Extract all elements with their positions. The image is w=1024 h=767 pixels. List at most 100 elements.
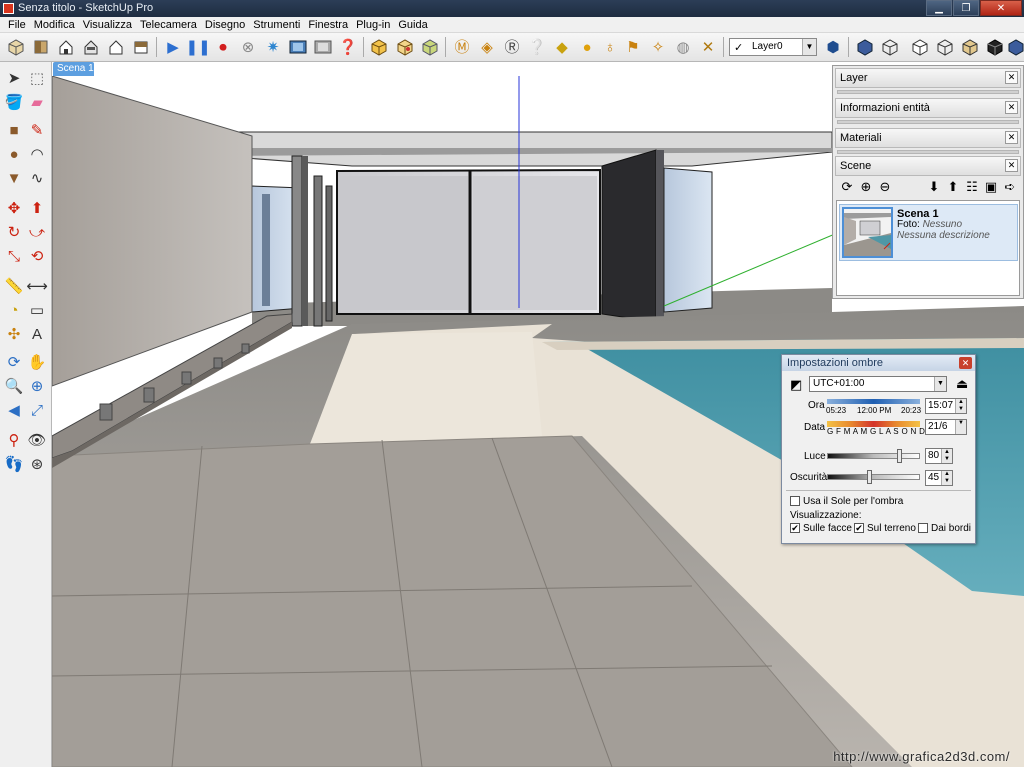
textured-cube-icon[interactable] bbox=[420, 37, 440, 57]
view-options-icon[interactable]: ☷ bbox=[964, 179, 980, 195]
expand-icon[interactable]: ➪ bbox=[1002, 179, 1018, 195]
tray-layer-header[interactable]: Layer ✕ bbox=[835, 68, 1021, 88]
flag-icon[interactable]: ⚑ bbox=[623, 37, 643, 57]
select-arrow-icon[interactable]: ➤ bbox=[4, 68, 24, 88]
freehand-icon[interactable]: ∿ bbox=[27, 168, 47, 188]
timezone-select[interactable]: UTC+01:00 ▼ bbox=[809, 376, 947, 392]
film-icon[interactable] bbox=[288, 37, 308, 57]
time-slider[interactable] bbox=[827, 399, 920, 404]
section-plane-icon[interactable]: ⊛ bbox=[27, 454, 47, 474]
dark-slider[interactable] bbox=[827, 470, 920, 484]
on-faces-checkbox[interactable]: ✔ Sulle facce bbox=[790, 523, 852, 534]
menu-disegno[interactable]: Disegno bbox=[201, 17, 249, 32]
look-around-icon[interactable]: 👁 bbox=[27, 430, 47, 450]
move-icon[interactable]: ✥ bbox=[4, 198, 24, 218]
right-view-icon[interactable] bbox=[81, 37, 101, 57]
zoom-extents-icon[interactable]: ⤢ bbox=[27, 400, 47, 420]
protractor-icon[interactable]: ◔ bbox=[4, 300, 24, 320]
details-icon[interactable]: ▣ bbox=[983, 179, 999, 195]
light-slider-knob[interactable] bbox=[896, 449, 902, 463]
close-icon[interactable]: ✕ bbox=[1005, 101, 1018, 114]
menu-telecamera[interactable]: Telecamera bbox=[136, 17, 201, 32]
eraser-icon[interactable]: ▰ bbox=[27, 92, 47, 112]
menu-file[interactable]: File bbox=[4, 17, 30, 32]
menu-modifica[interactable]: Modifica bbox=[30, 17, 79, 32]
tray-materials-header[interactable]: Materiali ✕ bbox=[835, 128, 1021, 148]
menu-finestra[interactable]: Finestra bbox=[304, 17, 352, 32]
pencil-line-icon[interactable]: ✎ bbox=[27, 120, 47, 140]
dark-slider-knob[interactable] bbox=[866, 470, 872, 484]
checkbox-unchecked[interactable] bbox=[790, 496, 800, 507]
pan-hand-icon[interactable]: ✋ bbox=[27, 352, 47, 372]
axes-icon[interactable]: ✣ bbox=[4, 324, 24, 344]
shaded-cube-icon[interactable] bbox=[395, 37, 415, 57]
push-pull-icon[interactable]: ⬆ bbox=[27, 198, 47, 218]
settings-gear-icon[interactable]: ✷ bbox=[263, 37, 283, 57]
scale-icon[interactable]: ⤡ bbox=[4, 246, 24, 266]
shaded-style-icon[interactable] bbox=[910, 37, 930, 57]
shaded-texture-icon[interactable] bbox=[935, 37, 955, 57]
xray-style-icon[interactable] bbox=[985, 37, 1005, 57]
refresh-scene-icon[interactable]: ⟳ bbox=[839, 179, 855, 195]
close-icon[interactable]: ✕ bbox=[1005, 159, 1018, 172]
paint-plugin-icon[interactable]: ◆ bbox=[552, 37, 572, 57]
help-icon[interactable]: ❓ bbox=[338, 37, 358, 57]
back-view-icon[interactable] bbox=[106, 37, 126, 57]
light-bulb-icon[interactable]: ♁ bbox=[600, 37, 620, 57]
spinner-icon[interactable]: ▲ ▼ bbox=[941, 471, 952, 485]
3d-text-icon[interactable]: A bbox=[27, 324, 47, 344]
dimension-icon[interactable]: ⟷ bbox=[26, 276, 48, 296]
tag-plugin-icon[interactable]: ◈ bbox=[477, 37, 497, 57]
menu-strumenti[interactable]: Strumenti bbox=[249, 17, 304, 32]
tab-scena-1[interactable]: Scena 1 bbox=[53, 62, 94, 76]
polygon-icon[interactable]: ▼ bbox=[4, 168, 24, 188]
add-scene-icon[interactable]: ⊕ bbox=[858, 179, 874, 195]
tray-entity-info-header[interactable]: Informazioni entità ✕ bbox=[835, 98, 1021, 118]
cross-icon[interactable]: ✕ bbox=[698, 37, 718, 57]
tape-measure-icon[interactable]: 📏 bbox=[4, 276, 24, 296]
make-component-icon[interactable]: ⬚ bbox=[27, 68, 47, 88]
checkbox-unchecked[interactable] bbox=[918, 523, 928, 534]
render-settings-icon[interactable] bbox=[313, 37, 333, 57]
checkbox-checked[interactable]: ✔ bbox=[790, 523, 800, 534]
circle-icon[interactable]: ● bbox=[4, 144, 24, 164]
chevron-down-icon[interactable]: ▼ bbox=[802, 39, 816, 55]
dark-input[interactable]: 45 ▲ ▼ bbox=[925, 470, 953, 486]
tray-scenes-header[interactable]: Scene ✕ bbox=[835, 156, 1021, 176]
zoom-window-icon[interactable]: ⊕ bbox=[27, 376, 47, 396]
text-tool-icon[interactable]: ▭ bbox=[27, 300, 47, 320]
checkbox-checked[interactable]: ✔ bbox=[854, 523, 864, 534]
chevron-down-icon[interactable]: ▼ bbox=[955, 420, 966, 434]
left-view-icon[interactable] bbox=[131, 37, 151, 57]
move-down-icon[interactable]: ⬇ bbox=[926, 179, 942, 195]
shadow-toggle-icon[interactable]: ◩ bbox=[790, 377, 802, 393]
position-camera-icon[interactable]: ⚲ bbox=[4, 430, 24, 450]
move-up-icon[interactable]: ⬆ bbox=[945, 179, 961, 195]
paint-bucket-icon[interactable]: 🪣 bbox=[4, 92, 24, 112]
close-icon[interactable]: ✕ bbox=[1005, 131, 1018, 144]
arc-icon[interactable]: ◠ bbox=[27, 144, 47, 164]
close-icon[interactable]: ✕ bbox=[1005, 71, 1018, 84]
iso-view-icon[interactable] bbox=[6, 37, 26, 57]
xray-cube-icon[interactable] bbox=[369, 37, 389, 57]
minimize-button[interactable]: ▁ bbox=[926, 0, 952, 16]
time-input[interactable]: 15:07 ▲ ▼ bbox=[925, 398, 967, 414]
expand-dialog-icon[interactable]: ⏏ bbox=[956, 376, 968, 392]
close-window-button[interactable]: ✕ bbox=[980, 0, 1022, 16]
play-animation-icon[interactable]: ▶ bbox=[163, 37, 183, 57]
close-icon[interactable]: ✕ bbox=[959, 357, 972, 369]
move-plugin-icon[interactable]: Ⓜ bbox=[452, 37, 472, 57]
use-sun-checkbox[interactable]: Usa il Sole per l'ombra bbox=[790, 496, 903, 507]
shadow-dialog-titlebar[interactable]: Impostazioni ombre ✕ bbox=[782, 355, 975, 371]
date-input[interactable]: 21/6 ▼ bbox=[925, 419, 967, 435]
wireframe-style-icon[interactable] bbox=[855, 37, 875, 57]
rotate-icon[interactable]: ↻ bbox=[4, 222, 24, 242]
pin-icon[interactable]: ✧ bbox=[648, 37, 668, 57]
menu-visualizza[interactable]: Visualizza bbox=[79, 17, 136, 32]
zoom-icon[interactable]: 🔍 bbox=[4, 376, 24, 396]
offset-icon[interactable]: ⟲ bbox=[27, 246, 47, 266]
menu-guida[interactable]: Guida bbox=[394, 17, 431, 32]
maximize-button[interactable]: ❐ bbox=[953, 0, 979, 16]
remove-scene-icon[interactable]: ⊖ bbox=[877, 179, 893, 195]
on-ground-checkbox[interactable]: ✔ Sul terreno bbox=[854, 523, 916, 534]
